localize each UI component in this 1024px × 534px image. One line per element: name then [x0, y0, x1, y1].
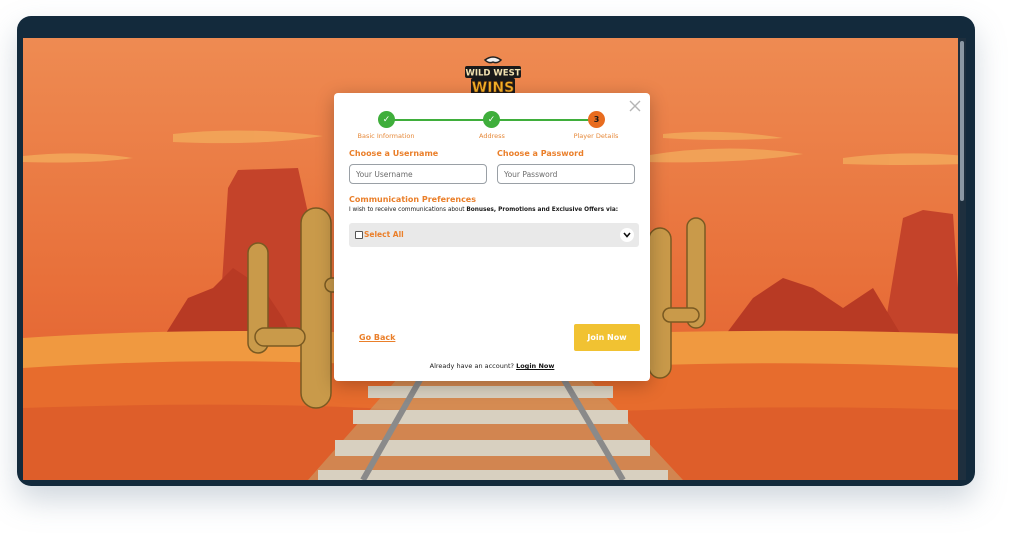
communication-preferences-description: I wish to receive communications about B…: [349, 207, 618, 213]
step-3-label: Player Details: [573, 132, 619, 140]
progress-stepper: ✓ ✓ 3 Basic Information Address Player D…: [334, 111, 650, 141]
scrollbar-thumb[interactable]: [960, 41, 964, 201]
login-now-link[interactable]: Login Now: [516, 362, 554, 370]
registration-modal: ✓ ✓ 3 Basic Information Address Player D…: [334, 93, 650, 381]
logo-line1: WILD WEST: [465, 69, 520, 79]
select-all-checkbox[interactable]: [355, 231, 363, 239]
already-have-account-text: Already have an account?: [429, 362, 514, 370]
step-2-check-icon: ✓: [483, 111, 500, 128]
step-1-label: Basic Information: [357, 132, 415, 140]
select-all-label: Select All: [364, 230, 404, 239]
prefs-sub-bold: Bonuses, Promotions and Exclusive Offers…: [466, 207, 619, 213]
go-back-link[interactable]: Go Back: [359, 333, 395, 342]
select-all-dropdown[interactable]: Select All: [349, 223, 639, 247]
chevron-down-icon[interactable]: [620, 228, 634, 242]
username-label: Choose a Username: [349, 149, 439, 158]
password-input[interactable]: [497, 164, 635, 184]
join-now-button[interactable]: Join Now: [574, 324, 640, 351]
wild-west-wins-logo: WILD WEST WINS: [465, 56, 521, 96]
step-3-number: 3: [588, 111, 605, 128]
page-viewport: WILD WEST WINS ✓ ✓ 3 Basic Information A…: [23, 38, 966, 480]
password-label: Choose a Password: [497, 149, 584, 158]
step-2-label: Address: [479, 132, 505, 140]
step-connector-1: [386, 119, 492, 121]
browser-frame: WILD WEST WINS ✓ ✓ 3 Basic Information A…: [17, 16, 975, 486]
username-input[interactable]: [349, 164, 487, 184]
prefs-sub-prefix: I wish to receive communications about: [349, 207, 467, 213]
step-1-check-icon: ✓: [378, 111, 395, 128]
login-prompt: Already have an account? Login Now: [334, 362, 650, 370]
step-connector-2: [492, 119, 596, 121]
scrollbar[interactable]: [958, 38, 966, 480]
communication-preferences-title: Communication Preferences: [349, 195, 476, 204]
